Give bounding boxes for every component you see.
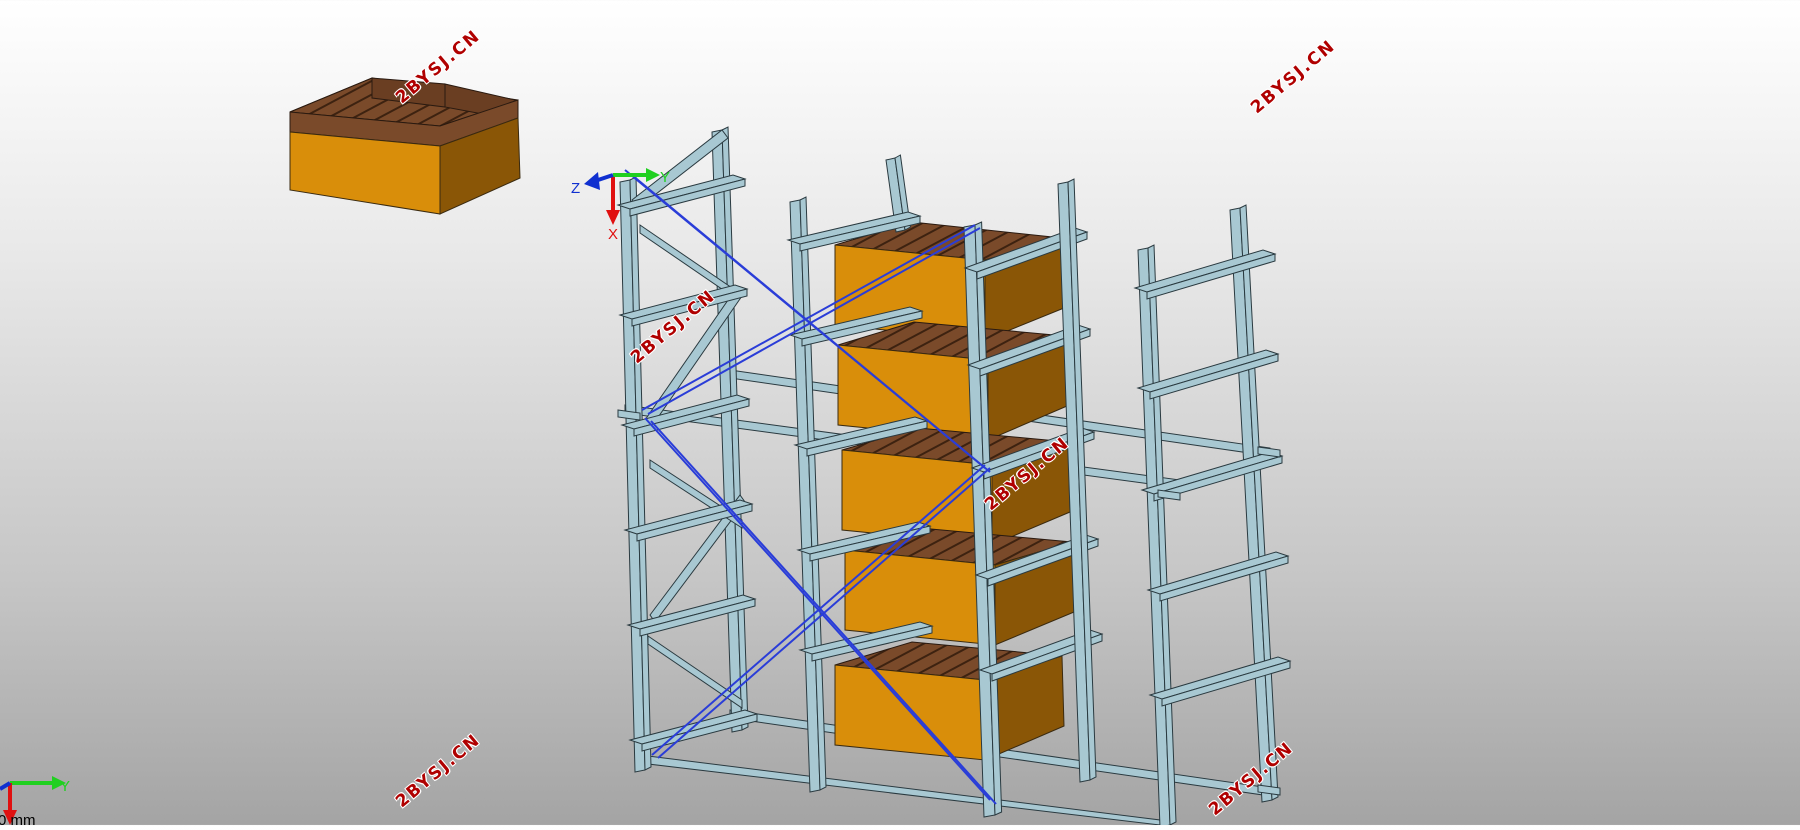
frame-arm (1146, 253, 1276, 300)
pallet-box-2[interactable] (837, 321, 1068, 441)
corner-y-label: Y (60, 778, 70, 795)
axis-z-label: Z (571, 180, 580, 197)
axis-y-label: Y (660, 169, 670, 186)
pallet-box-4[interactable] (844, 527, 1075, 646)
frame-arm (1159, 555, 1289, 602)
cad-model-view[interactable]: X Y Z Y (0, 0, 1800, 828)
frame-arm (1149, 353, 1279, 400)
scale-unit-label: 0 mm (0, 812, 36, 829)
frame-arm (1133, 249, 1277, 293)
axis-x-label: X (608, 226, 618, 243)
3d-viewport[interactable]: X Y Z Y 0 mm 2BYSJ.CN 2BYSJ.CN 2BYSJ.CN … (0, 0, 1800, 829)
